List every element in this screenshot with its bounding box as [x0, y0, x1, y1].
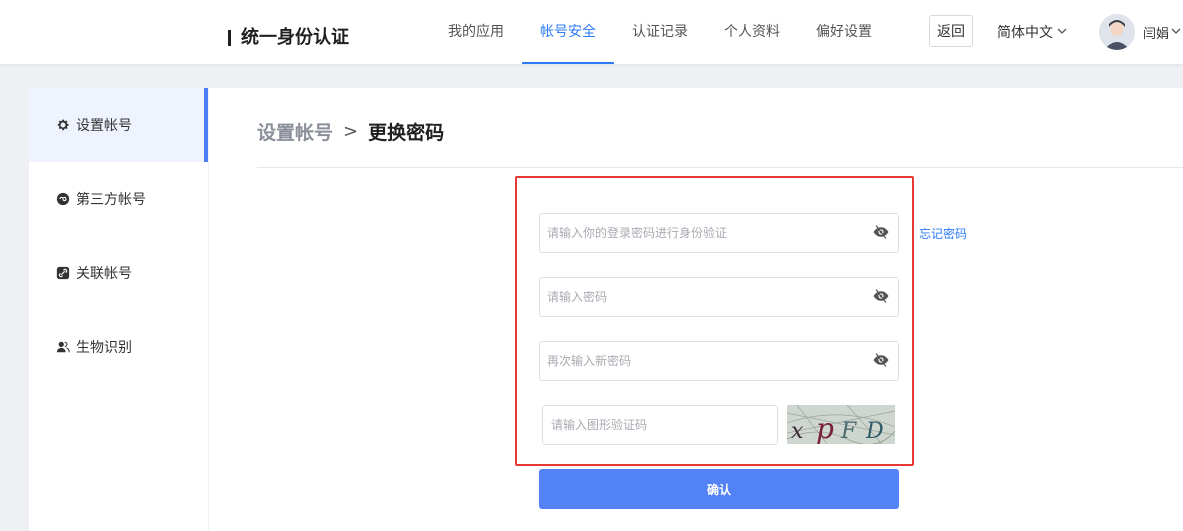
brand-divider	[228, 30, 231, 46]
user-menu[interactable]: 闫娟	[1143, 23, 1181, 42]
current-password-field	[539, 213, 899, 253]
eye-slash-icon[interactable]	[872, 287, 890, 305]
nav-item-profile[interactable]: 个人资料	[706, 0, 798, 64]
sidebar-item-linked-accounts[interactable]: 关联帐号	[29, 236, 208, 310]
language-label: 简体中文	[997, 25, 1053, 41]
link-circle-icon	[56, 192, 70, 206]
nav-item-auth-records[interactable]: 认证记录	[614, 0, 706, 64]
brand-title: 统一身份认证	[241, 27, 349, 48]
main-panel: 设置帐号 > 更换密码 忘记密码 xpFD 确认	[209, 88, 1183, 531]
breadcrumb: 设置帐号 > 更换密码	[257, 118, 444, 145]
language-select[interactable]: 简体中文	[997, 22, 1067, 42]
chevron-down-icon	[1171, 26, 1181, 39]
user-name: 闫娟	[1143, 27, 1170, 42]
breadcrumb-parent[interactable]: 设置帐号	[257, 118, 333, 145]
captcha-input[interactable]	[543, 406, 771, 444]
sidebar-item-label: 第三方帐号	[76, 192, 146, 208]
new-password-field	[539, 277, 899, 317]
avatar[interactable]	[1099, 14, 1135, 50]
nav-item-account-security[interactable]: 帐号安全	[522, 0, 614, 64]
confirm-password-input[interactable]	[540, 342, 857, 380]
sidebar: 设置帐号 第三方帐号 关联帐号 生物识别	[29, 88, 208, 531]
top-header: 统一身份认证 我的应用 帐号安全 认证记录 个人资料 偏好设置 返回 简体中文 …	[0, 0, 1183, 64]
sidebar-item-account-settings[interactable]: 设置帐号	[29, 88, 208, 162]
chain-link-icon	[56, 266, 70, 280]
top-nav: 我的应用 帐号安全 认证记录 个人资料 偏好设置	[430, 0, 890, 64]
back-button[interactable]: 返回	[929, 15, 973, 47]
captcha-image[interactable]: xpFD	[786, 404, 896, 445]
nav-item-my-apps[interactable]: 我的应用	[430, 0, 522, 64]
sidebar-item-label: 生物识别	[76, 340, 132, 356]
current-password-input[interactable]	[540, 214, 857, 252]
eye-slash-icon[interactable]	[872, 351, 890, 369]
new-password-input[interactable]	[540, 278, 857, 316]
user-icon	[56, 340, 70, 354]
nav-item-preferences[interactable]: 偏好设置	[798, 0, 890, 64]
divider	[257, 167, 1183, 168]
user-avatar-icon	[1099, 14, 1135, 50]
confirm-password-field	[539, 341, 899, 381]
sidebar-item-label: 设置帐号	[76, 118, 132, 134]
chevron-down-icon	[1057, 26, 1067, 39]
brand: 统一身份认证	[228, 26, 349, 50]
confirm-button[interactable]: 确认	[539, 469, 899, 509]
forgot-password-link[interactable]: 忘记密码	[919, 225, 967, 242]
gear-icon	[56, 118, 70, 132]
sidebar-item-biometrics[interactable]: 生物识别	[29, 310, 208, 384]
sidebar-item-third-party[interactable]: 第三方帐号	[29, 162, 208, 236]
page-title: 更换密码	[368, 122, 445, 144]
sidebar-item-label: 关联帐号	[76, 266, 132, 282]
eye-slash-icon[interactable]	[872, 223, 890, 241]
captcha-field	[542, 405, 778, 445]
breadcrumb-separator: >	[343, 121, 359, 142]
